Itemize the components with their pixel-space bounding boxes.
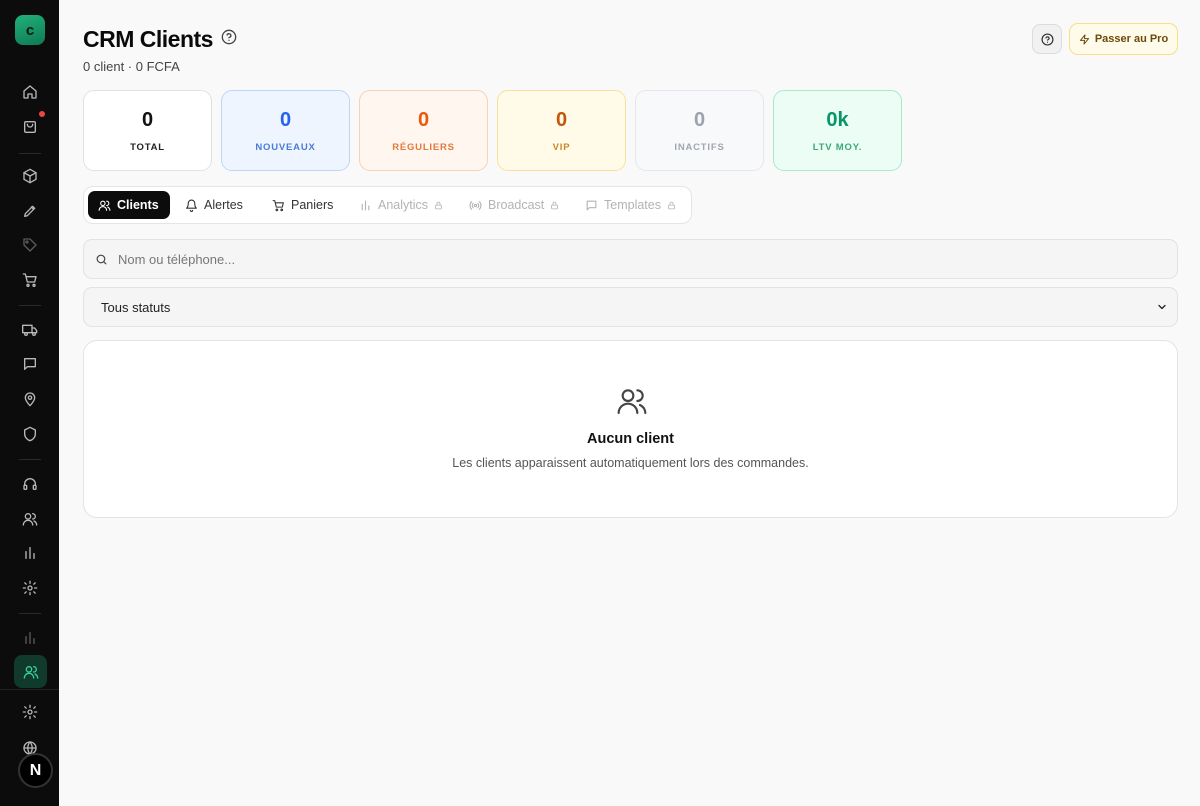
tab-templates[interactable]: Templates <box>575 191 686 219</box>
sidebar-settings-icon[interactable] <box>18 576 42 600</box>
stat-label: TOTAL <box>130 141 165 153</box>
sidebar-separator <box>19 613 41 614</box>
sidebar-home-icon[interactable] <box>18 80 42 104</box>
sidebar-tag-icon[interactable] <box>18 233 42 257</box>
stat-value: 0 <box>279 108 292 131</box>
sidebar-messages-icon[interactable] <box>18 352 42 376</box>
stat-card-total[interactable]: 0 TOTAL <box>83 90 212 171</box>
stat-card-regular[interactable]: 0 RÉGULIERS <box>359 90 488 171</box>
tab-label: Alertes <box>204 198 243 212</box>
bell-icon <box>186 199 197 212</box>
stat-label: NOUVEAUX <box>255 141 316 153</box>
sidebar-orders-icon[interactable] <box>18 115 42 139</box>
empty-state-title: Aucun client <box>586 431 674 447</box>
help-icon <box>1040 32 1054 46</box>
empty-state-panel: Aucun client Les clients apparaissent au… <box>83 340 1178 518</box>
help-button[interactable] <box>1032 24 1062 54</box>
empty-state-message: Les clients apparaissent automatiquement… <box>452 456 809 470</box>
tab-broadcast[interactable]: Broadcast <box>459 191 569 219</box>
users-icon <box>98 200 111 211</box>
sidebar-divider <box>0 689 59 690</box>
users-icon <box>616 385 648 417</box>
notification-dot <box>39 111 45 117</box>
status-filter-value: Tous statuts <box>101 299 171 315</box>
page-subtitle: 0 client · 0 FCFA <box>83 59 180 74</box>
stat-value: 0 <box>141 108 154 131</box>
search-icon <box>96 254 107 264</box>
sidebar-crm-icon[interactable] <box>14 655 47 688</box>
search-input[interactable] <box>118 251 1018 267</box>
message-icon <box>586 200 597 210</box>
stat-value: 0k <box>826 108 849 131</box>
lightning-icon <box>1079 33 1089 45</box>
cart-icon <box>272 199 284 211</box>
sidebar-marketing-icon[interactable] <box>18 199 42 223</box>
sidebar-config-icon[interactable] <box>18 700 42 724</box>
tab-analytics[interactable]: Analytics <box>349 191 453 219</box>
stat-value: 0 <box>555 108 568 131</box>
stat-label: INACTIFS <box>674 141 725 153</box>
stat-card-vip[interactable]: 0 VIP <box>497 90 626 171</box>
lock-icon <box>551 201 559 209</box>
tab-carts[interactable]: Paniers <box>262 191 343 219</box>
help-circle-icon[interactable] <box>221 29 237 45</box>
sidebar-stats-icon[interactable] <box>18 541 42 565</box>
stat-value: 0 <box>693 108 706 131</box>
sidebar-shield-icon[interactable] <box>18 422 42 446</box>
upgrade-pro-button[interactable]: Passer au Pro <box>1069 23 1178 55</box>
sidebar-cart-icon[interactable] <box>18 268 42 292</box>
search-box <box>83 239 1178 279</box>
status-filter-select[interactable]: Tous statuts <box>83 287 1178 327</box>
tab-label: Paniers <box>291 198 334 212</box>
stat-card-new[interactable]: 0 NOUVEAUX <box>221 90 350 171</box>
sidebar-separator <box>19 153 41 154</box>
user-avatar[interactable]: N <box>18 753 53 788</box>
chevron-down-icon <box>1158 304 1166 310</box>
sidebar-support-icon[interactable] <box>18 472 42 496</box>
lock-icon <box>435 201 442 209</box>
sidebar-analytics-icon[interactable] <box>18 626 42 650</box>
tab-clients[interactable]: Clients <box>88 191 170 219</box>
broadcast-icon <box>469 200 482 210</box>
sidebar-location-icon[interactable] <box>18 387 42 411</box>
upgrade-pro-label: Passer au Pro <box>1094 33 1169 45</box>
sidebar-products-icon[interactable] <box>18 164 42 188</box>
tab-bar: Clients Alertes Paniers Analytics Broadc… <box>83 186 692 224</box>
lock-icon <box>668 201 675 209</box>
sidebar-delivery-icon[interactable] <box>18 318 42 342</box>
sidebar-users-icon[interactable] <box>18 507 42 531</box>
bar-chart-icon <box>361 200 370 210</box>
stat-card-inactive[interactable]: 0 INACTIFS <box>635 90 764 171</box>
tab-alerts[interactable]: Alertes <box>175 191 253 219</box>
stat-card-ltv[interactable]: 0k LTV MOY. <box>773 90 902 171</box>
stat-label: RÉGULIERS <box>392 141 455 153</box>
tab-label: Clients <box>117 198 159 212</box>
page-title: CRM Clients <box>83 26 213 52</box>
stat-label: LTV MOY. <box>812 141 863 153</box>
stat-value: 0 <box>417 108 430 131</box>
app-logo[interactable]: c <box>15 15 45 45</box>
sidebar-separator <box>19 305 41 306</box>
sidebar-separator <box>19 459 41 460</box>
tab-label: Templates <box>604 198 661 212</box>
stat-label: VIP <box>552 141 571 153</box>
sidebar: c N <box>0 0 59 806</box>
tab-label: Broadcast <box>488 198 545 212</box>
tab-label: Analytics <box>378 198 429 212</box>
